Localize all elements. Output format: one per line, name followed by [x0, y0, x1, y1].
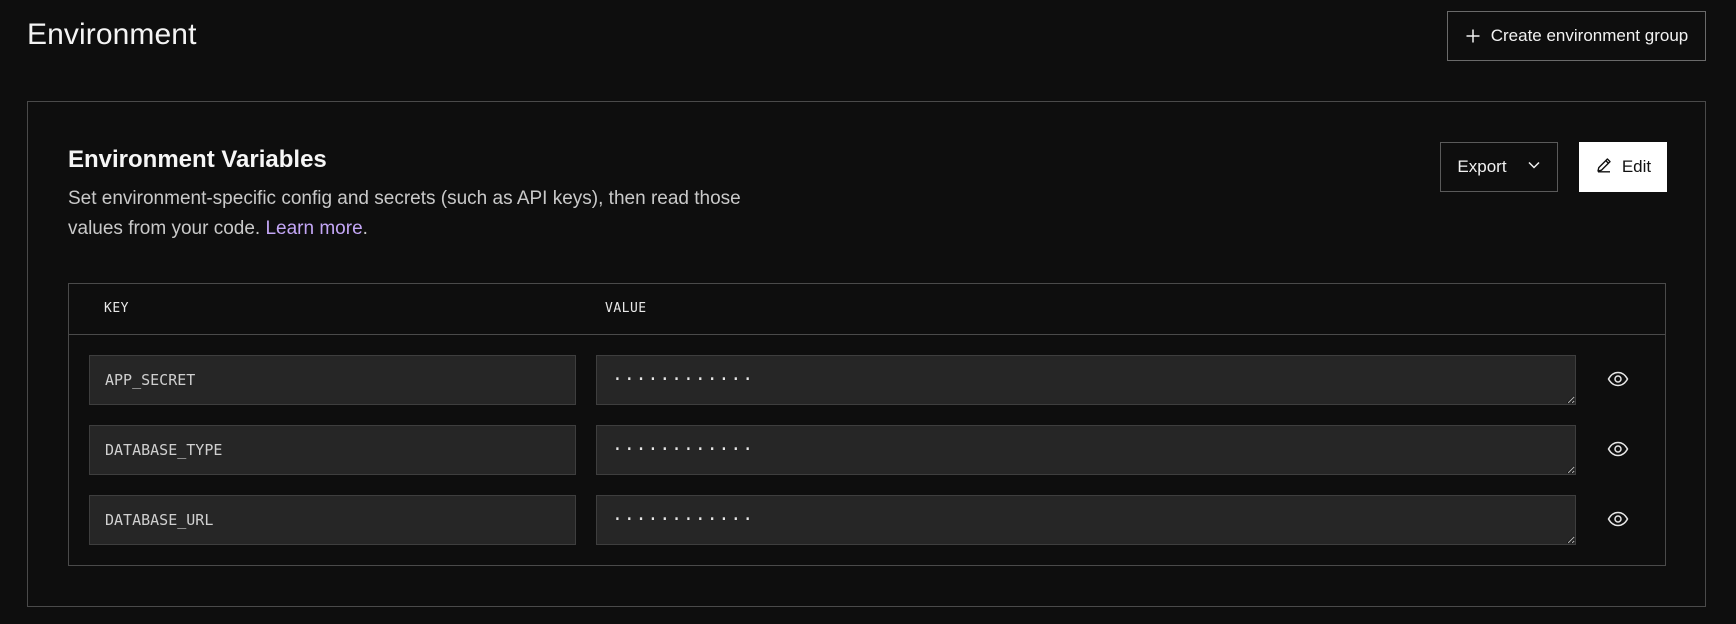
- learn-more-link[interactable]: Learn more: [265, 218, 362, 239]
- export-dropdown-button[interactable]: Export: [1440, 142, 1558, 192]
- table-row: ············: [69, 425, 1665, 475]
- edit-label: Edit: [1621, 157, 1652, 176]
- env-vars-table: KEY VALUE ············ ············: [68, 283, 1666, 566]
- reveal-value-button[interactable]: [1605, 437, 1631, 463]
- export-label: Export: [1457, 157, 1507, 176]
- environment-variables-card: Environment Variables Set environment-sp…: [27, 101, 1706, 607]
- environment-page: Environment Create environment group Env…: [0, 0, 1736, 624]
- card-title: Environment Variables: [68, 146, 327, 173]
- key-input[interactable]: [89, 355, 576, 405]
- plus-icon: [1465, 28, 1481, 44]
- chevron-down-icon: [1527, 157, 1541, 177]
- description-text: Set environment-specific config and secr…: [68, 188, 741, 239]
- description-period: .: [362, 218, 368, 239]
- eye-icon: [1607, 441, 1629, 460]
- page-title: Environment: [27, 18, 197, 51]
- create-environment-group-button[interactable]: Create environment group: [1447, 11, 1706, 61]
- value-textarea[interactable]: ············: [596, 355, 1576, 405]
- value-textarea[interactable]: ············: [596, 495, 1576, 545]
- table-header: KEY VALUE: [69, 284, 1665, 335]
- reveal-value-button[interactable]: [1605, 367, 1631, 393]
- edit-button[interactable]: Edit: [1579, 142, 1667, 192]
- table-row: ············: [69, 355, 1665, 405]
- eye-icon: [1607, 511, 1629, 530]
- card-description: Set environment-specific config and secr…: [68, 184, 788, 244]
- key-input[interactable]: [89, 425, 576, 475]
- column-header-value: VALUE: [605, 301, 647, 316]
- table-row: ············: [69, 495, 1665, 545]
- eye-icon: [1607, 371, 1629, 390]
- create-environment-group-label: Create environment group: [1490, 26, 1689, 45]
- key-input[interactable]: [89, 495, 576, 545]
- column-header-key: KEY: [104, 301, 129, 316]
- reveal-value-button[interactable]: [1605, 507, 1631, 533]
- pencil-icon: [1595, 156, 1613, 179]
- value-textarea[interactable]: ············: [596, 425, 1576, 475]
